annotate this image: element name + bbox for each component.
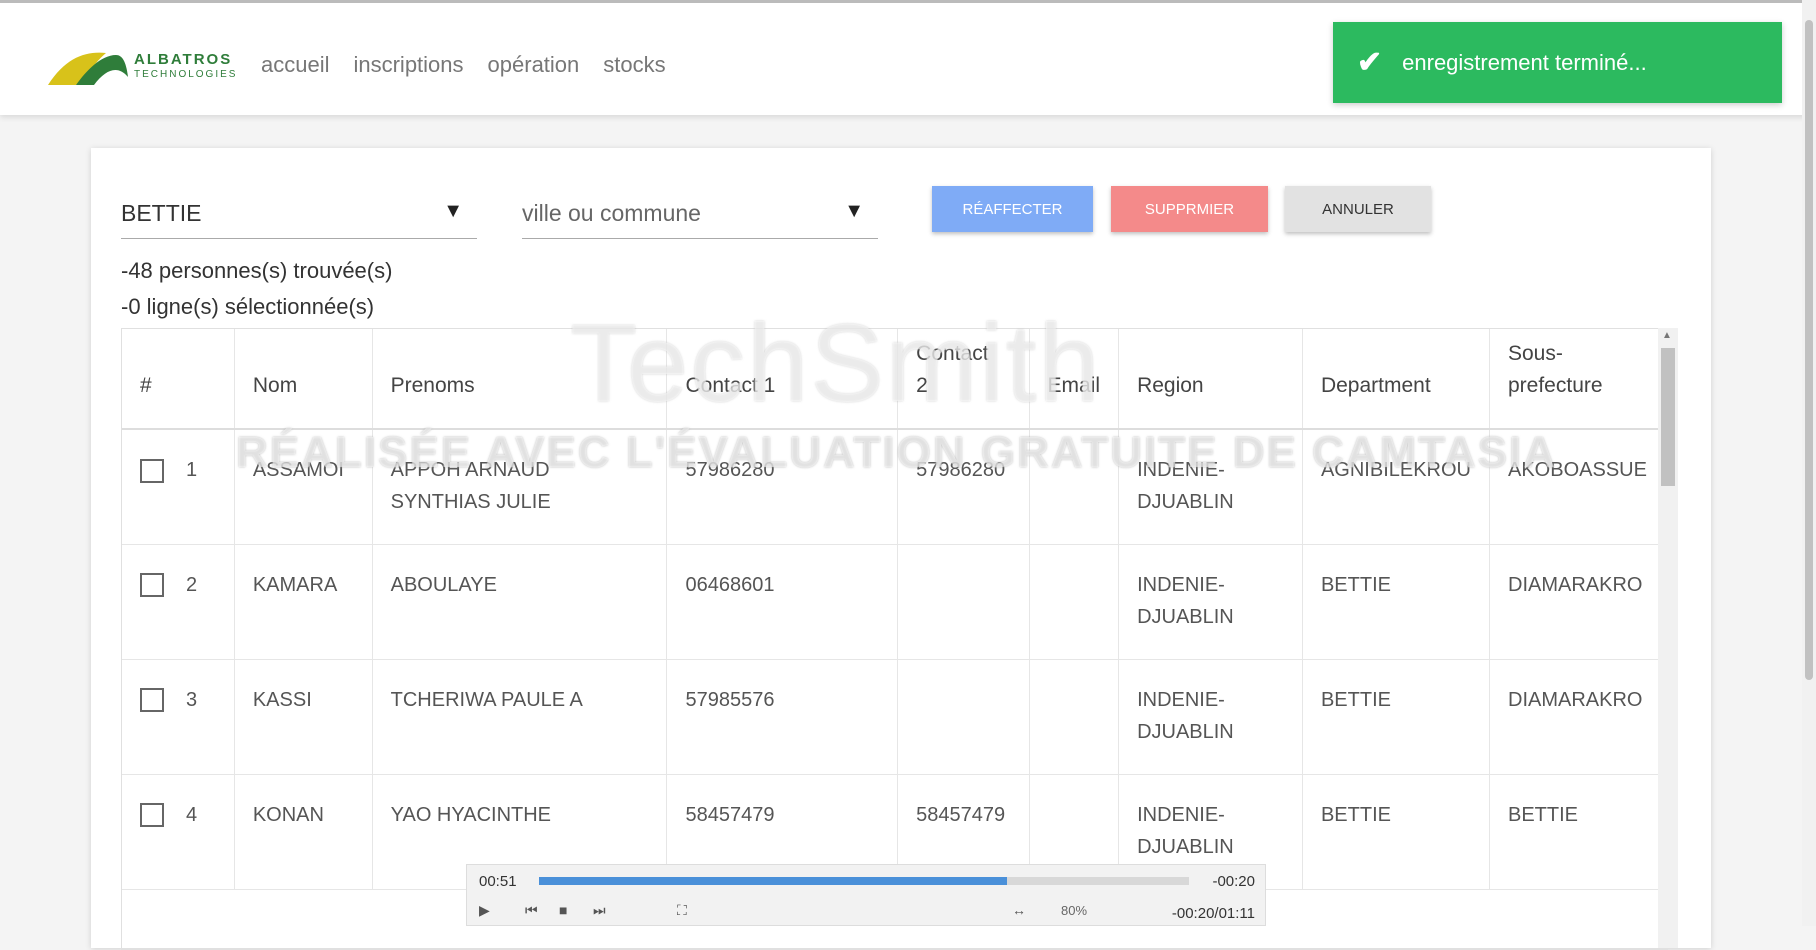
- commune-select[interactable]: ville ou commune ▼: [522, 188, 878, 239]
- department-value: BETTIE: [121, 200, 202, 226]
- row-index: 4: [122, 774, 235, 890]
- row-checkbox[interactable]: [140, 688, 164, 713]
- found-count: -48 personnes(s) trouvée(s): [121, 258, 393, 283]
- table-header-row: # Nom Prenoms Contact 1 Contact 2 Email …: [122, 329, 1667, 430]
- table-scrollbar[interactable]: ▲: [1658, 328, 1678, 948]
- table-row[interactable]: 3 KASSI TCHERIWA PAULE A 57985576 INDENIE-DJ…: [122, 659, 1667, 775]
- row-checkbox[interactable]: [140, 458, 164, 483]
- table-row[interactable]: 2 KAMARA ABOULAYE 06468601 INDENIE-DJUABLIN B…: [122, 544, 1667, 660]
- row-nom: ASSAMOI: [234, 429, 373, 545]
- row-nom: KAMARA: [234, 544, 373, 660]
- commune-placeholder: ville ou commune: [522, 200, 701, 226]
- brand-tagline: TECHNOLOGIES: [134, 69, 238, 80]
- row-number: 2: [186, 573, 198, 596]
- row-sous-prefecture: AKOBOASSUE: [1489, 429, 1667, 545]
- delete-button[interactable]: SUPPRMIER: [1111, 186, 1268, 232]
- row-index: 1: [122, 429, 235, 545]
- remaining-time: -00:20: [1212, 873, 1255, 890]
- row-contact1: 06468601: [666, 544, 899, 660]
- row-region: INDENIE-DJUABLIN: [1118, 659, 1303, 775]
- reassign-button[interactable]: RÉAFFECTER: [932, 186, 1093, 232]
- col-index[interactable]: #: [122, 329, 235, 430]
- success-toast[interactable]: ✔ enregistrement terminé...: [1333, 22, 1782, 103]
- row-contact2: [897, 544, 1030, 660]
- row-index: 3: [122, 659, 235, 775]
- department-select[interactable]: BETTIE ▼: [121, 188, 477, 239]
- row-contact1: 57986280: [666, 429, 899, 545]
- row-region: INDENIE-DJUABLIN: [1118, 429, 1303, 545]
- previous-icon[interactable]: ⏮: [525, 902, 538, 922]
- nav-accueil[interactable]: accueil: [261, 52, 329, 78]
- col-contact1[interactable]: Contact 1: [666, 329, 899, 430]
- results-card: BETTIE ▼ ville ou commune ▼ RÉAFFECTER S…: [91, 148, 1711, 950]
- row-nom: KONAN: [234, 774, 373, 890]
- row-sous-prefecture: BETTIE: [1489, 774, 1667, 890]
- nav-operation[interactable]: opération: [488, 52, 580, 78]
- video-player: 00:51 -00:20 ▶ ⏮ ■ ⏭ ⛶ ↔ 80% -00:20/01:1…: [466, 864, 1266, 926]
- row-prenoms: APPOH ARNAUD SYNTHIAS JULIE: [372, 429, 668, 545]
- row-sous-prefecture: DIAMARAKRO: [1489, 544, 1667, 660]
- col-contact2[interactable]: Contact 2: [897, 329, 1030, 430]
- toast-message: enregistrement terminé...: [1402, 49, 1647, 75]
- row-contact2: [897, 659, 1030, 775]
- row-contact1: 57985576: [666, 659, 899, 775]
- col-department[interactable]: Department: [1302, 329, 1491, 430]
- row-number: 3: [186, 688, 198, 711]
- row-index: 2: [122, 544, 235, 660]
- row-prenoms: ABOULAYE: [372, 544, 668, 660]
- dropdown-arrow-icon: ▼: [443, 200, 463, 222]
- row-sous-prefecture: DIAMARAKRO: [1489, 659, 1667, 775]
- row-department: BETTIE: [1302, 659, 1491, 775]
- resize-icon[interactable]: ↔: [1012, 902, 1026, 922]
- col-region[interactable]: Region: [1118, 329, 1303, 430]
- row-number: 4: [186, 803, 198, 826]
- page-scrollbar[interactable]: [1802, 0, 1816, 926]
- current-time: 00:51: [479, 873, 517, 890]
- time-total: -00:20/01:11: [1171, 905, 1255, 922]
- dropdown-arrow-icon: ▼: [844, 200, 864, 222]
- row-number: 1: [186, 459, 198, 481]
- row-prenoms: TCHERIWA PAULE A: [372, 659, 668, 775]
- cancel-button[interactable]: ANNULER: [1285, 186, 1431, 232]
- row-nom: KASSI: [234, 659, 373, 775]
- volume-level[interactable]: 80%: [1061, 903, 1087, 918]
- col-prenoms[interactable]: Prenoms: [372, 329, 668, 430]
- row-department: BETTIE: [1302, 544, 1491, 660]
- row-email: [1029, 544, 1120, 660]
- row-checkbox[interactable]: [140, 803, 164, 828]
- main-nav: accueil inscriptions opération stocks: [261, 52, 666, 78]
- row-region: INDENIE-DJUABLIN: [1118, 544, 1303, 660]
- row-email: [1029, 659, 1120, 775]
- col-sous-prefecture[interactable]: Sous-prefecture: [1489, 329, 1667, 430]
- row-email: [1029, 429, 1120, 545]
- stop-icon[interactable]: ■: [559, 902, 567, 922]
- scroll-up-icon[interactable]: ▲: [1662, 330, 1672, 341]
- nav-inscriptions[interactable]: inscriptions: [353, 52, 463, 78]
- row-department: BETTIE: [1302, 774, 1491, 890]
- people-table: # Nom Prenoms Contact 1 Contact 2 Email …: [121, 328, 1668, 950]
- row-checkbox[interactable]: [140, 573, 164, 598]
- col-nom[interactable]: Nom: [234, 329, 373, 430]
- albatros-logo[interactable]: ALBATROS TECHNOLOGIES: [46, 47, 236, 93]
- seek-bar[interactable]: [539, 877, 1189, 885]
- check-icon: ✔: [1357, 46, 1383, 79]
- row-contact2: 57986280: [897, 429, 1030, 545]
- play-icon[interactable]: ▶: [479, 902, 490, 922]
- table-row[interactable]: 1 ASSAMOI APPOH ARNAUD SYNTHIAS JULIE 57986…: [122, 429, 1667, 545]
- row-department: AGNIBILEKROU: [1302, 429, 1491, 545]
- nav-stocks[interactable]: stocks: [603, 52, 665, 78]
- fit-icon[interactable]: ⛶: [677, 902, 687, 922]
- next-icon[interactable]: ⏭: [593, 902, 606, 922]
- selected-count: -0 ligne(s) sélectionnée(s): [121, 294, 375, 319]
- col-email[interactable]: Email: [1029, 329, 1120, 430]
- brand-name: ALBATROS: [134, 51, 233, 68]
